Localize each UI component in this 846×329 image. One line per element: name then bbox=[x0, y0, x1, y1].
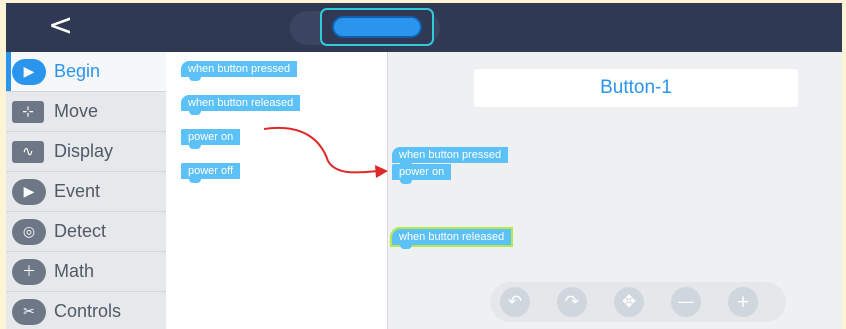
block-palette: when button pressed when button released… bbox=[166, 52, 388, 329]
category-controls[interactable]: ✂ Controls bbox=[6, 292, 166, 329]
scissors-icon: ✂ bbox=[12, 299, 46, 325]
button-device-icon bbox=[332, 16, 422, 38]
redo-icon[interactable]: ↷ bbox=[557, 287, 587, 317]
math-icon: ＋ bbox=[12, 259, 46, 285]
category-event[interactable]: ▶ Event bbox=[6, 172, 166, 212]
category-move[interactable]: ⊹ Move bbox=[6, 92, 166, 132]
palette-block-power-on[interactable]: power on bbox=[181, 129, 241, 149]
zoom-in-icon[interactable]: + bbox=[728, 287, 758, 317]
category-display[interactable]: ∿ Display bbox=[6, 132, 166, 172]
back-icon[interactable]: < bbox=[48, 11, 73, 41]
category-math[interactable]: ＋ Math bbox=[6, 252, 166, 292]
category-label: Controls bbox=[54, 301, 122, 321]
category-label: Detect bbox=[54, 221, 107, 241]
move-canvas-icon[interactable]: ✥ bbox=[614, 287, 644, 317]
wave-icon: ∿ bbox=[12, 141, 44, 163]
category-label: Move bbox=[54, 101, 99, 121]
category-begin[interactable]: ▶ Begin bbox=[6, 52, 166, 92]
canvas-block-when-released[interactable]: when button released bbox=[389, 227, 514, 249]
move-icon: ⊹ bbox=[12, 101, 44, 123]
canvas-block-power-on[interactable]: power on bbox=[392, 164, 452, 184]
palette-block-power-off[interactable]: power off bbox=[181, 163, 241, 183]
palette-block-when-pressed[interactable]: when button pressed bbox=[181, 61, 298, 81]
category-label: Begin bbox=[54, 61, 101, 81]
play-icon: ▶ bbox=[12, 59, 46, 85]
undo-icon[interactable]: ↶ bbox=[500, 287, 530, 317]
flag-icon: ▶ bbox=[12, 179, 46, 205]
selected-device-tab[interactable] bbox=[320, 8, 434, 46]
canvas-block-when-pressed[interactable]: when button pressed bbox=[392, 147, 509, 167]
palette-block-when-released[interactable]: when button released bbox=[181, 95, 301, 115]
category-label: Math bbox=[54, 261, 95, 281]
canvas-toolbar: ↶ ↷ ✥ — + bbox=[490, 282, 786, 322]
app-window: < ▶ Begin ⊹ Move ∿ Display ▶ Event ◎ Det… bbox=[6, 3, 842, 329]
category-detect[interactable]: ◎ Detect bbox=[6, 212, 166, 252]
device-name-label: Button-1 bbox=[474, 69, 798, 107]
radar-icon: ◎ bbox=[12, 219, 46, 245]
category-label: Event bbox=[54, 181, 101, 201]
top-bar: < bbox=[6, 3, 842, 52]
category-label: Display bbox=[54, 141, 114, 161]
zoom-out-icon[interactable]: — bbox=[671, 287, 701, 317]
category-sidebar: ▶ Begin ⊹ Move ∿ Display ▶ Event ◎ Detec… bbox=[6, 52, 166, 329]
